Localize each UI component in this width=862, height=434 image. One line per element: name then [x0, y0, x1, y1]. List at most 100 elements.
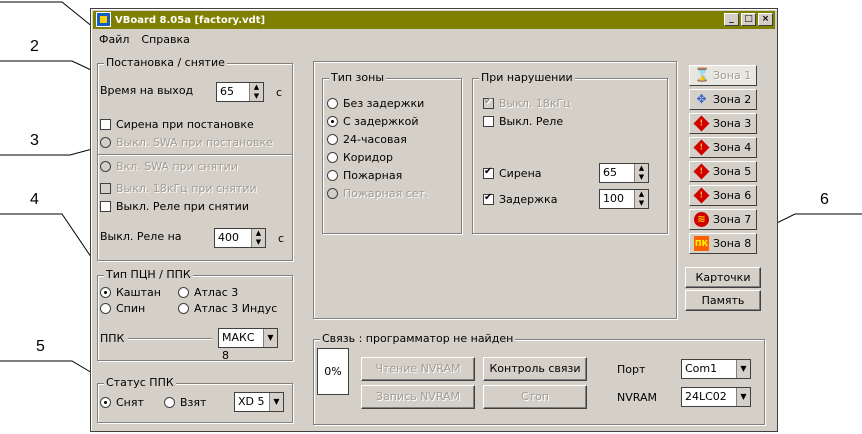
chevron-down-icon[interactable]: ▼ — [736, 388, 750, 406]
zone-corridor-radio[interactable]: Коридор — [327, 151, 393, 164]
radio-icon — [327, 134, 338, 145]
swa-on-disarm-radio[interactable]: Вкл. SWA при снятии — [100, 160, 238, 173]
stop-button[interactable]: Стоп — [483, 385, 587, 409]
menu-help[interactable]: Справка — [141, 33, 189, 46]
delay-checkbox[interactable]: Задержка — [483, 192, 557, 206]
checkbox-icon — [100, 119, 111, 130]
radio-icon — [100, 303, 111, 314]
callout-2: 2 — [30, 38, 39, 55]
checkbox-icon — [483, 96, 494, 109]
siren-spinner[interactable]: 65 ▲ ▼ — [599, 163, 649, 183]
siren-on-arm-checkbox[interactable]: Сирена при постановке — [100, 118, 254, 131]
memory-button[interactable]: Память — [685, 290, 761, 311]
relay-off-checkbox[interactable]: Выкл. Реле — [483, 115, 563, 128]
chevron-down-icon[interactable]: ▼ — [263, 329, 277, 347]
title-bar[interactable]: VBoard 8.05a [factory.vdt] _ □ × — [93, 11, 775, 29]
checkbox-icon — [483, 166, 494, 179]
fire-icon: ≋ — [694, 212, 709, 227]
radio-icon — [164, 397, 175, 408]
zone-7-button[interactable]: ≋ Зона 7 — [689, 209, 757, 230]
hourglass-icon: ⌛ — [694, 68, 711, 83]
app-icon — [96, 12, 111, 27]
relay-off-spinner[interactable]: 400 ▲ ▼ — [214, 228, 266, 248]
checkbox-icon — [483, 192, 494, 205]
chevron-down-icon[interactable]: ▼ — [269, 393, 283, 411]
delay-spinner[interactable]: 100 ▲ ▼ — [599, 189, 649, 209]
nvram-select[interactable]: 24LC02 ▼ — [681, 387, 751, 407]
zone-delay-radio[interactable]: С задержкой — [327, 115, 419, 128]
minimize-button[interactable]: _ — [724, 13, 739, 26]
delay-value: 100 — [603, 192, 624, 205]
ppk-select[interactable]: МАКС 8 ▼ — [218, 328, 278, 362]
radio-disarmed[interactable]: Снят — [100, 396, 144, 409]
zone-fire-net-radio[interactable]: Пожарная сет. — [327, 187, 428, 200]
zone-type-group: Тип зоны Без задержки С задержкой 24-час… — [322, 71, 462, 234]
spin-arrows-icon[interactable]: ▲ ▼ — [251, 229, 265, 247]
radio-atlas3[interactable]: Атлас 3 — [178, 286, 238, 299]
zone-settings-panel: Тип зоны Без задержки С задержкой 24-час… — [313, 61, 677, 319]
off-18khz-checkbox[interactable]: Выкл. 18кГц — [483, 96, 571, 110]
off-18khz-disarm-checkbox[interactable]: Выкл. 18кГц при снятии — [100, 182, 257, 195]
zone-1-button[interactable]: ⌛ Зона 1 — [689, 65, 757, 86]
status-model-select[interactable]: XD 5 ▼ — [234, 392, 284, 412]
radio-atlas3-indus[interactable]: Атлас 3 Индус — [178, 302, 277, 315]
spin-arrows-icon[interactable]: ▲ ▼ — [249, 83, 263, 101]
exit-time-label: Время на выход — [100, 84, 194, 97]
spin-arrows-icon[interactable]: ▲ ▼ — [634, 190, 648, 208]
radio-icon — [327, 98, 338, 109]
swa-off-arm-radio[interactable]: Выкл. SWA при постановке — [100, 136, 273, 149]
status-group: Статус ППК Снят Взят XD 5 ▼ — [97, 376, 293, 423]
callout-4: 4 — [30, 191, 39, 208]
radio-icon — [178, 303, 189, 314]
zone-3-button[interactable]: ! Зона 3 — [689, 113, 757, 134]
alarm-diamond-icon: ! — [693, 115, 710, 132]
device-type-legend: Тип ПЦН / ППК — [104, 268, 193, 281]
relay-off-label: Выкл. Реле на — [100, 230, 182, 243]
zone-6-button[interactable]: ! Зона 6 — [689, 185, 757, 206]
alarm-diamond-icon: ! — [693, 187, 710, 204]
checkbox-icon — [100, 201, 111, 212]
arm-legend: Постановка / снятие — [104, 56, 227, 69]
radio-spin[interactable]: Спин — [100, 302, 145, 315]
link-check-button[interactable]: Контроль связи — [483, 357, 587, 381]
fire-panel-icon: ПК — [694, 236, 709, 251]
zone-2-button[interactable]: ✥ Зона 2 — [689, 89, 757, 110]
zone-fire-radio[interactable]: Пожарная — [327, 169, 402, 182]
zone-type-legend: Тип зоны — [329, 71, 387, 84]
write-nvram-button[interactable]: Запись NVRAM — [361, 385, 475, 409]
zone-no-delay-radio[interactable]: Без задержки — [327, 97, 424, 110]
zone-24h-radio[interactable]: 24-часовая — [327, 133, 407, 146]
ppk-value: МАКС 8 — [222, 331, 255, 362]
zone-4-button[interactable]: ! Зона 4 — [689, 137, 757, 158]
close-button[interactable]: × — [758, 13, 773, 26]
radio-kashtan[interactable]: Каштан — [100, 286, 161, 299]
divider — [98, 154, 292, 156]
read-nvram-button[interactable]: Чтение NVRAM — [361, 357, 475, 381]
relay-off-disarm-checkbox[interactable]: Выкл. Реле при снятии — [100, 200, 249, 213]
divider — [128, 338, 212, 340]
siren-checkbox[interactable]: Сирена — [483, 166, 542, 180]
menu-file[interactable]: Файл — [99, 33, 129, 46]
radio-icon — [100, 287, 111, 298]
port-select[interactable]: Com1 ▼ — [681, 359, 751, 379]
cards-button[interactable]: Карточки — [685, 267, 761, 288]
radio-icon — [100, 161, 111, 172]
app-window: VBoard 8.05a [factory.vdt] _ □ × Файл Сп… — [90, 8, 778, 432]
status-legend: Статус ППК — [104, 376, 176, 389]
device-type-group: Тип ПЦН / ППК Каштан Атлас 3 Спин Атлас … — [97, 268, 293, 362]
radio-icon — [327, 170, 338, 181]
checkbox-icon — [483, 116, 494, 127]
violation-legend: При нарушении — [479, 71, 575, 84]
checkbox-icon — [100, 183, 111, 194]
radio-icon — [327, 188, 338, 199]
spin-arrows-icon[interactable]: ▲ ▼ — [634, 164, 648, 182]
chevron-down-icon[interactable]: ▼ — [736, 360, 750, 378]
zone-8-button[interactable]: ПК Зона 8 — [689, 233, 757, 254]
radio-armed[interactable]: Взят — [164, 396, 206, 409]
callout-3: 3 — [30, 132, 39, 149]
relay-off-unit: с — [278, 232, 285, 245]
alarm-diamond-icon: ! — [693, 163, 710, 180]
exit-time-spinner[interactable]: 65 ▲ ▼ — [216, 82, 264, 102]
maximize-button[interactable]: □ — [741, 13, 756, 26]
zone-5-button[interactable]: ! Зона 5 — [689, 161, 757, 182]
